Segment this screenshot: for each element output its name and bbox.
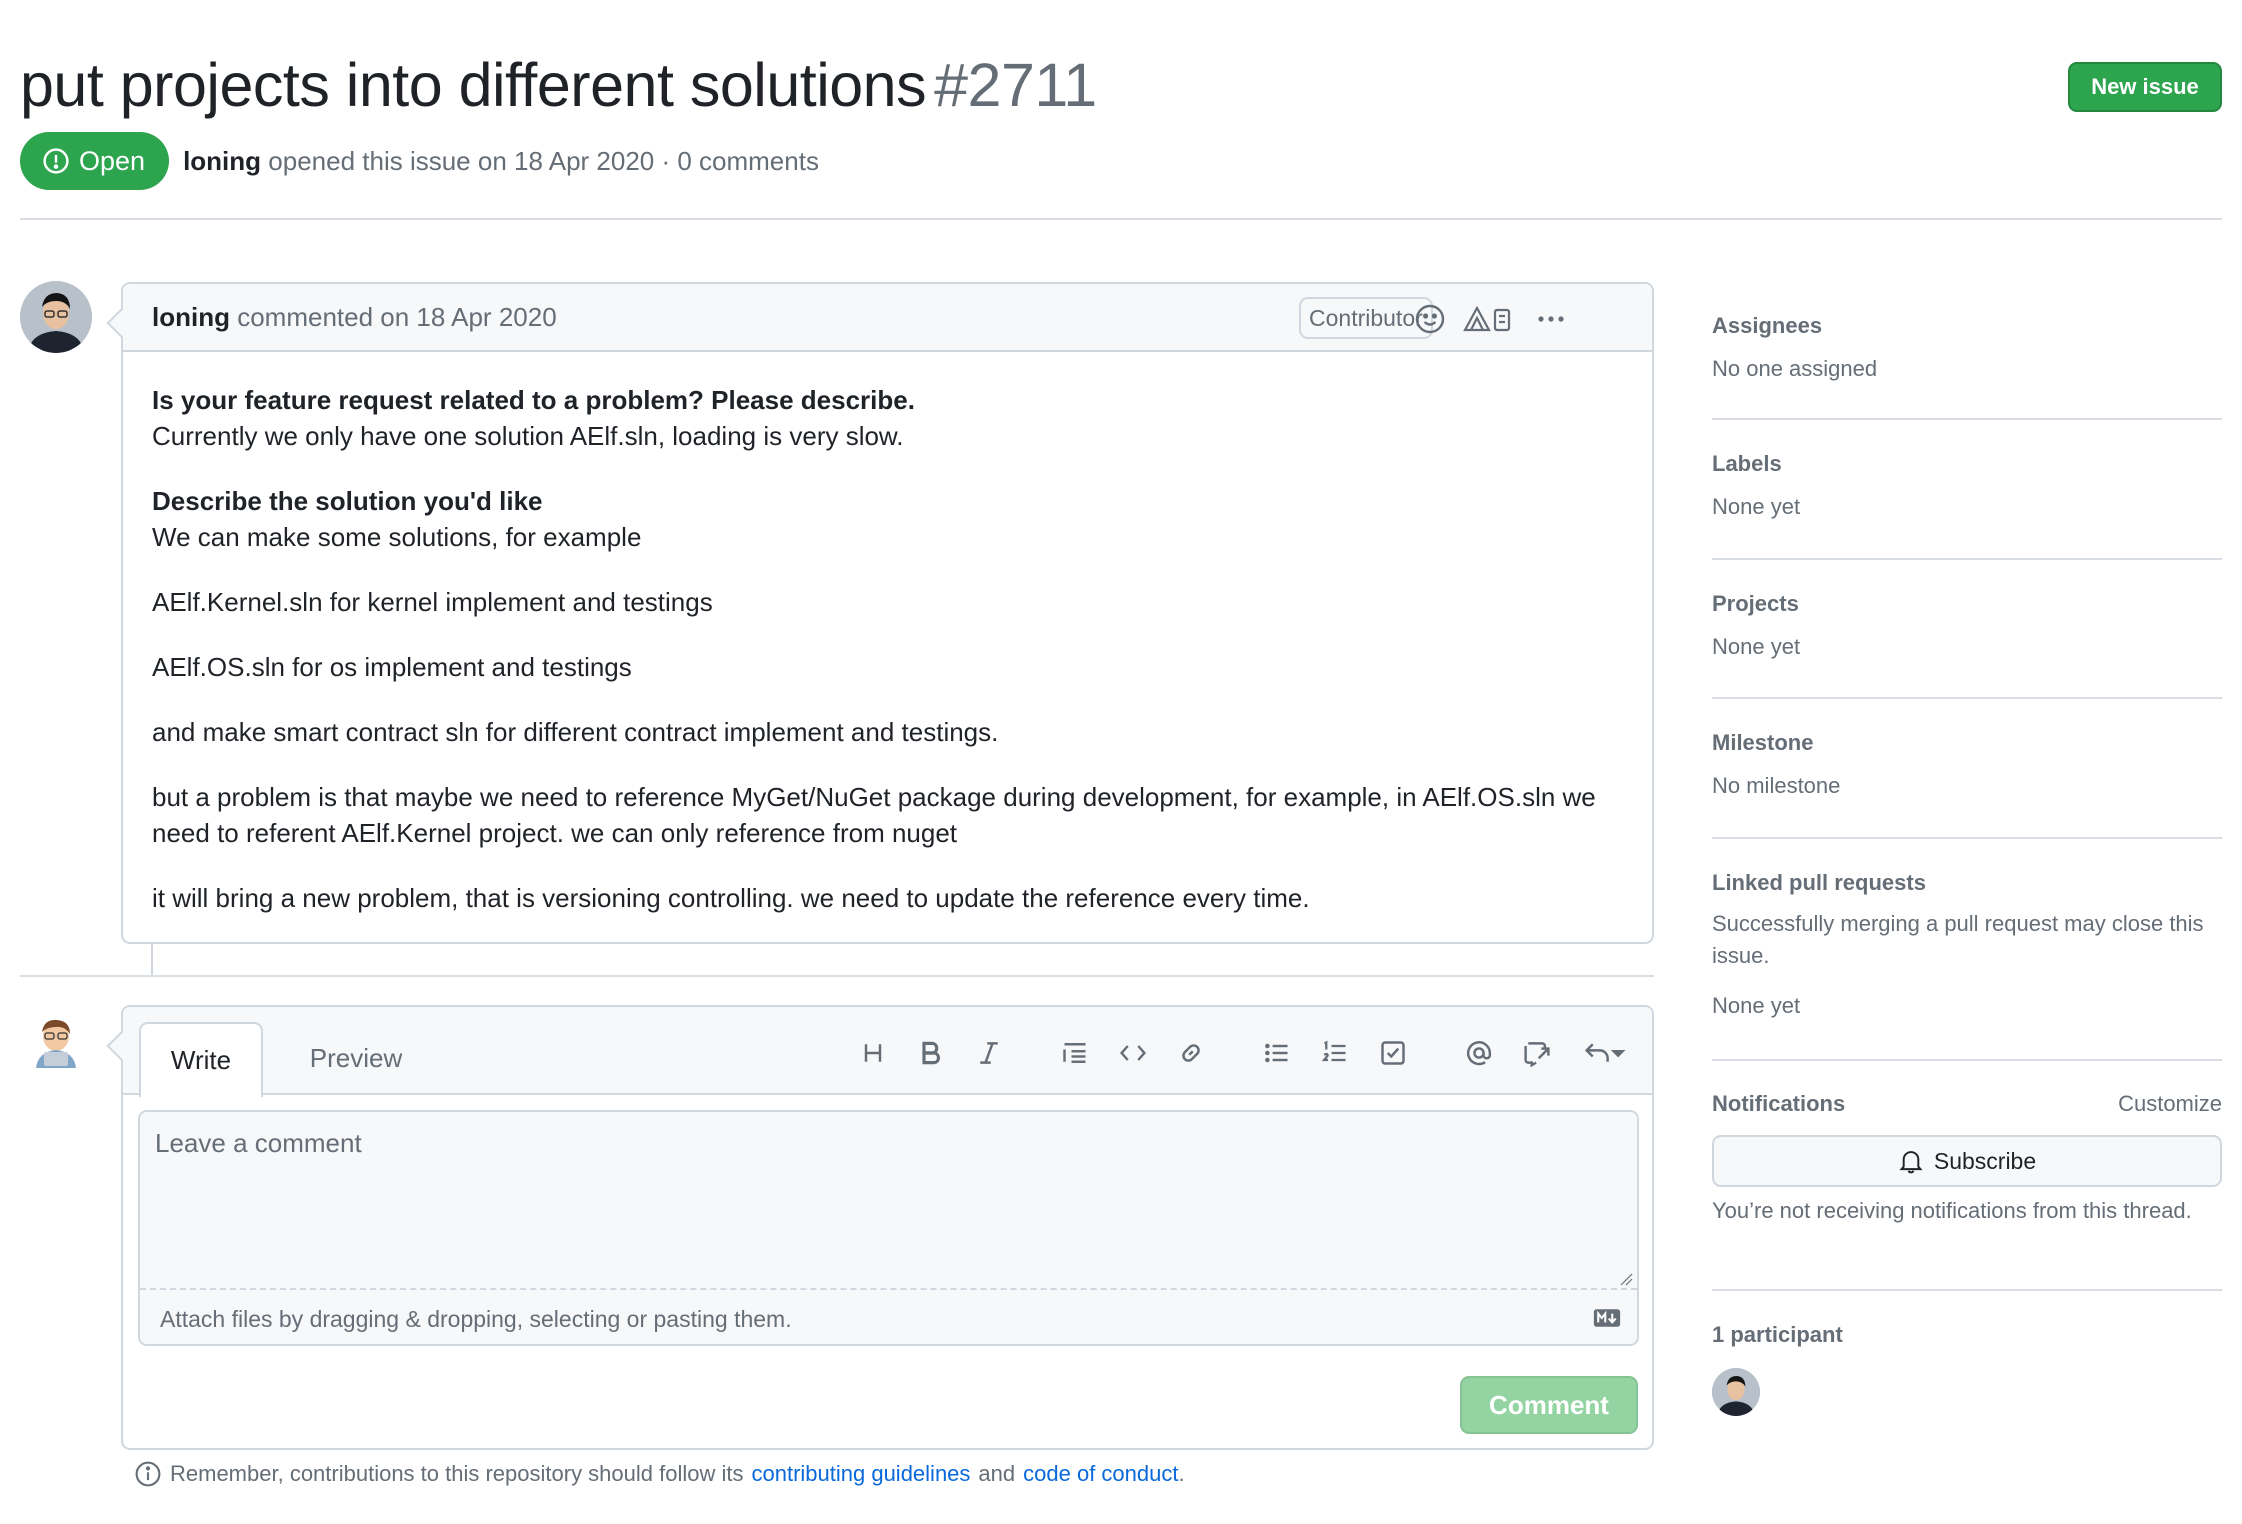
comment-textarea-container: Attach files by dragging & dropping, sel… [138, 1110, 1639, 1346]
participant-avatar[interactable] [1712, 1368, 1760, 1416]
editor-toolbar: Write Preview [123, 1007, 1652, 1097]
comment-heading: Is your feature request related to a pro… [152, 385, 915, 415]
contribution-notice: Remember, contributions to this reposito… [134, 1460, 1185, 1488]
new-issue-button[interactable]: New issue [2068, 62, 2222, 112]
sidebar-milestone-title: Milestone [1712, 730, 1814, 755]
info-icon [135, 1461, 161, 1487]
issue-meta: loning opened this issue on 18 Apr 2020 … [183, 146, 819, 177]
sidebar-projects-title: Projects [1712, 591, 1799, 616]
timeline-divider [20, 975, 1654, 977]
tab-preview[interactable]: Preview [293, 1022, 419, 1095]
sidebar-assignees-title: Assignees [1712, 313, 1823, 338]
comment-author-link[interactable]: loning [152, 302, 230, 332]
sidebar-assignees-value: No one assigned [1712, 356, 1878, 381]
attach-files-hint[interactable]: Attach files by dragging & dropping, sel… [140, 1292, 1637, 1344]
bell-icon [1899, 1151, 1923, 1174]
state-label: Open [79, 145, 146, 176]
sidebar-notifications: Notifications Customize Subscribe You’re… [1712, 1061, 2222, 1291]
issue-author-link[interactable]: loning [183, 146, 261, 176]
comment-paragraph: Describe the solution you'd like We can m… [152, 483, 1623, 555]
comment-text: it will bring a new problem, that is ver… [152, 883, 1310, 913]
comment-text: and make smart contract sln for differen… [152, 717, 999, 747]
sidebar-assignees[interactable]: Assignees No one assigned [1712, 282, 2222, 420]
sidebar-labels-title: Labels [1712, 451, 1782, 476]
state-badge: Open [20, 132, 170, 190]
comment-heading: Describe the solution you'd like [152, 486, 543, 516]
issue-title-text: put projects into different solutions [20, 51, 927, 119]
author-avatar[interactable] [20, 281, 92, 353]
sidebar-labels-value: None yet [1712, 494, 1801, 519]
comment-text: AElf.Kernel.sln for kernel implement and… [152, 587, 713, 617]
sidebar-linked-prs[interactable]: Linked pull requests Successfully mergin… [1712, 839, 2222, 1061]
reply-icon[interactable] [1575, 1033, 1635, 1073]
notice-text: Remember, contributions to this reposito… [170, 1461, 744, 1486]
sidebar-labels[interactable]: Labels None yet [1712, 420, 2222, 560]
new-comment-form: Write Preview Attach files by dragging &… [121, 1005, 1654, 1450]
comment-body: Is your feature request related to a pro… [123, 352, 1652, 916]
issue-sidebar: Assignees No one assigned Labels None ye… [1712, 282, 2222, 1416]
mention-icon[interactable] [1459, 1033, 1499, 1073]
sidebar-projects-value: None yet [1712, 634, 1801, 659]
bold-icon[interactable] [911, 1033, 951, 1073]
issue-opened-icon [43, 148, 69, 174]
customize-link[interactable]: Customize [2118, 1091, 2222, 1117]
issue-number: #2711 [934, 51, 1097, 119]
timeline-line [151, 944, 153, 975]
resize-grip-icon[interactable] [1619, 1272, 1633, 1286]
unordered-list-icon[interactable] [1257, 1033, 1297, 1073]
comment-date[interactable]: commented on 18 Apr 2020 [237, 302, 556, 332]
comment-textarea[interactable] [140, 1112, 1637, 1290]
comment-text: Currently we only have one solution AElf… [152, 421, 904, 451]
issue-state-row: Open loning opened this issue on 18 Apr … [20, 132, 819, 190]
tab-write[interactable]: Write [139, 1022, 263, 1097]
code-of-conduct-link[interactable]: code of conduct [1023, 1461, 1178, 1486]
issue-meta-text: opened this issue on 18 Apr 2020 · 0 com… [268, 145, 819, 176]
subscribe-button[interactable]: Subscribe [1712, 1135, 2222, 1187]
sidebar-linked-prs-value: None yet [1712, 993, 1801, 1018]
issue-header: put projects into different solutions #27… [20, 40, 2222, 220]
sidebar-milestone-value: No milestone [1712, 773, 1841, 798]
tasklist-icon[interactable] [1373, 1033, 1413, 1073]
notice-suffix: . [1178, 1461, 1185, 1486]
issue-comment: loning commented on 18 Apr 2020 Contribu… [121, 282, 1654, 944]
italic-icon[interactable] [969, 1033, 1009, 1073]
contributing-guidelines-link[interactable]: contributing guidelines [751, 1461, 970, 1487]
notifications-header: Notifications Customize [1712, 1091, 2222, 1117]
link-icon[interactable] [1171, 1033, 1211, 1073]
issue-title: put projects into different solutions #27… [20, 50, 1097, 120]
cross-reference-icon[interactable] [1517, 1033, 1557, 1073]
sidebar-participants-title: 1 participant [1712, 1322, 1843, 1347]
comment-text: We can make some solutions, for example [152, 522, 642, 552]
comment-paragraph: Is your feature request related to a pro… [152, 382, 1623, 454]
markdown-icon[interactable] [1593, 1308, 1621, 1328]
sidebar-milestone[interactable]: Milestone No milestone [1712, 699, 2222, 839]
ai-icon[interactable] [1463, 301, 1515, 337]
comment-submit-button[interactable]: Comment [1460, 1376, 1638, 1434]
kebab-icon[interactable] [1533, 301, 1569, 337]
sidebar-linked-prs-desc: Successfully merging a pull request may … [1712, 911, 2204, 968]
comment-meta: loning commented on 18 Apr 2020 [152, 302, 557, 333]
subscribe-label: Subscribe [1933, 1147, 2037, 1174]
smiley-icon[interactable] [1412, 301, 1448, 337]
heading-icon[interactable] [853, 1033, 893, 1073]
comment-text: but a problem is that maybe we need to r… [152, 782, 1596, 848]
quote-icon[interactable] [1055, 1033, 1095, 1073]
code-icon[interactable] [1113, 1033, 1153, 1073]
comment-text: AElf.OS.sln for os implement and testing… [152, 652, 632, 682]
current-user-avatar[interactable] [32, 1016, 80, 1068]
comment-header: loning commented on 18 Apr 2020 Contribu… [123, 284, 1652, 352]
notifications-desc: You’re not receiving notifications from … [1712, 1198, 2192, 1223]
notice-and: and [978, 1461, 1016, 1486]
sidebar-linked-prs-title: Linked pull requests [1712, 870, 1926, 895]
sidebar-projects[interactable]: Projects None yet [1712, 560, 2222, 699]
sidebar-participants: 1 participant [1712, 1291, 2222, 1416]
ordered-list-icon[interactable] [1315, 1033, 1355, 1073]
